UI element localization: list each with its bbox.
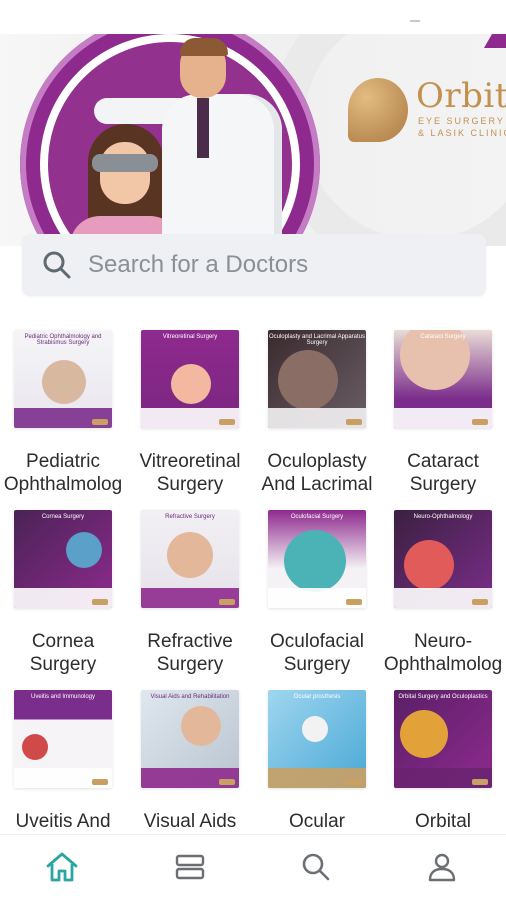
specialty-card[interactable]: Uveitis and Immunology Uveitis And bbox=[0, 670, 126, 832]
thumbnail-band bbox=[14, 768, 112, 788]
thumbnail-band bbox=[394, 408, 492, 428]
thumbnail-brand-mark bbox=[92, 419, 108, 425]
specialty-thumbnail[interactable]: Ocular prosthesis bbox=[268, 690, 366, 788]
user-icon bbox=[428, 853, 456, 882]
thumbnail-band bbox=[141, 588, 239, 608]
thumbnail-title: Uveitis and Immunology bbox=[30, 694, 96, 700]
thumbnail-band bbox=[394, 768, 492, 788]
thumbnail-brand-mark bbox=[219, 779, 235, 785]
thumbnail-graphic bbox=[42, 360, 86, 404]
thumbnail-title: Ocular prosthesis bbox=[293, 694, 341, 700]
search-icon bbox=[302, 853, 330, 881]
thumbnail-brand-mark bbox=[472, 779, 488, 785]
specialty-thumbnail[interactable]: Cataract Surgery bbox=[394, 330, 492, 428]
specialty-thumbnail[interactable]: Uveitis and Immunology bbox=[14, 690, 112, 788]
thumbnail-brand-mark bbox=[346, 599, 362, 605]
specialty-label: Orbital bbox=[415, 811, 471, 832]
thumbnail-band bbox=[141, 408, 239, 428]
specialty-card[interactable]: Ocular prosthesis Ocular bbox=[254, 670, 380, 832]
thumbnail-title: Oculofacial Surgery bbox=[290, 514, 344, 520]
thumbnail-title: Refractive Surgery bbox=[165, 514, 215, 520]
specialty-card[interactable]: Oculoplasty and Lacrimal Apparatus Surge… bbox=[254, 310, 380, 495]
specialty-thumbnail[interactable]: Pediatric Ophthalmology and Strabismus S… bbox=[14, 330, 112, 428]
nav-profile-button[interactable] bbox=[422, 849, 462, 885]
thumbnail-brand-mark bbox=[219, 599, 235, 605]
specialty-label: Ocular bbox=[289, 811, 345, 832]
specialty-thumbnail[interactable]: Cornea Surgery bbox=[14, 510, 112, 608]
nav-list-button[interactable] bbox=[170, 849, 210, 885]
logo-subtitle-1: EYE SURGERY bbox=[418, 116, 505, 126]
bottom-navigation bbox=[0, 834, 506, 900]
thumbnail-brand-mark bbox=[472, 599, 488, 605]
specialty-thumbnail[interactable]: Visual Aids and Rehabilitation bbox=[141, 690, 239, 788]
banner-doctor-image bbox=[94, 38, 290, 246]
thumbnail-band bbox=[394, 588, 492, 608]
specialty-label: Visual Aids bbox=[143, 811, 237, 832]
thumbnail-band bbox=[268, 588, 366, 608]
status-bar bbox=[0, 0, 506, 34]
logo-name: Orbit bbox=[416, 76, 506, 116]
thumbnail-graphic bbox=[167, 532, 213, 578]
search-bar[interactable] bbox=[22, 234, 486, 296]
specialty-label: Uveitis And bbox=[15, 811, 111, 832]
thumbnail-graphic bbox=[22, 734, 48, 760]
thumbnail-title: Vitreoretinal Surgery bbox=[162, 334, 218, 340]
thumbnail-title: Cataract Surgery bbox=[420, 334, 466, 340]
logo-subtitle-2: & LASIK CLINICS bbox=[418, 128, 506, 138]
thumbnail-graphic bbox=[181, 706, 221, 746]
specialty-thumbnail[interactable]: Neuro-Ophthalmology bbox=[394, 510, 492, 608]
specialty-grid: Pediatric Ophthalmology and Strabismus S… bbox=[0, 310, 506, 832]
specialty-card[interactable]: Orbital Surgery and Oculoplastics Orbital bbox=[380, 670, 506, 832]
thumbnail-title: Orbital Surgery and Oculoplastics bbox=[398, 694, 488, 700]
thumbnail-band bbox=[14, 588, 112, 608]
thumbnail-graphic bbox=[284, 530, 346, 592]
specialty-card[interactable]: Cornea Surgery Cornea Surgery bbox=[0, 490, 126, 675]
specialty-card[interactable]: Cataract Surgery Cataract Surgery bbox=[380, 310, 506, 495]
search-input[interactable] bbox=[88, 244, 468, 286]
thumbnail-title: Neuro-Ophthalmology bbox=[413, 514, 473, 520]
nav-search-button[interactable] bbox=[296, 849, 336, 885]
thumbnail-graphic bbox=[66, 532, 102, 568]
thumbnail-brand-mark bbox=[472, 419, 488, 425]
search-icon bbox=[42, 250, 72, 280]
thumbnail-brand-mark bbox=[92, 779, 108, 785]
specialty-thumbnail[interactable]: Oculoplasty and Lacrimal Apparatus Surge… bbox=[268, 330, 366, 428]
logo-mark bbox=[348, 78, 408, 142]
specialty-thumbnail[interactable]: Oculofacial Surgery bbox=[268, 510, 366, 608]
thumbnail-title: Oculoplasty and Lacrimal Apparatus Surge… bbox=[268, 334, 366, 346]
thumbnail-graphic bbox=[171, 364, 211, 404]
thumbnail-band bbox=[268, 768, 366, 788]
home-icon bbox=[46, 852, 78, 882]
thumbnail-band bbox=[268, 408, 366, 428]
nav-home-button[interactable] bbox=[42, 849, 82, 885]
thumbnail-title: Cornea Surgery bbox=[41, 514, 85, 520]
specialty-card[interactable]: Refractive Surgery Refractive Surgery bbox=[127, 490, 253, 675]
specialty-thumbnail[interactable]: Orbital Surgery and Oculoplastics bbox=[394, 690, 492, 788]
thumbnail-title: Pediatric Ophthalmology and Strabismus S… bbox=[24, 334, 102, 346]
thumbnail-brand-mark bbox=[346, 779, 362, 785]
specialty-thumbnail[interactable]: Vitreoretinal Surgery bbox=[141, 330, 239, 428]
thumbnail-graphic bbox=[278, 350, 338, 410]
specialty-card[interactable]: Neuro-Ophthalmology Neuro- Ophthalmolog bbox=[380, 490, 506, 675]
thumbnail-graphic bbox=[404, 540, 454, 590]
thumbnail-brand-mark bbox=[219, 419, 235, 425]
specialty-card[interactable]: Vitreoretinal Surgery Vitreoretinal Surge… bbox=[127, 310, 253, 495]
thumbnail-graphic bbox=[302, 716, 328, 742]
specialty-card[interactable]: Visual Aids and Rehabilitation Visual Aid… bbox=[127, 670, 253, 832]
specialty-card[interactable]: Pediatric Ophthalmology and Strabismus S… bbox=[0, 310, 126, 495]
status-indicator bbox=[410, 20, 420, 22]
thumbnail-title: Visual Aids and Rehabilitation bbox=[150, 694, 230, 700]
thumbnail-brand-mark bbox=[92, 599, 108, 605]
thumbnail-brand-mark bbox=[346, 419, 362, 425]
specialty-card[interactable]: Oculofacial Surgery Oculofacial Surgery bbox=[254, 490, 380, 675]
brand-logo: Orbit EYE SURGERY & LASIK CLINICS bbox=[348, 76, 506, 158]
thumbnail-graphic bbox=[400, 710, 448, 758]
thumbnail-band bbox=[14, 408, 112, 428]
list-icon bbox=[175, 854, 205, 880]
specialty-thumbnail[interactable]: Refractive Surgery bbox=[141, 510, 239, 608]
thumbnail-band bbox=[141, 768, 239, 788]
hero-banner: Orbit EYE SURGERY & LASIK CLINICS bbox=[0, 34, 506, 246]
